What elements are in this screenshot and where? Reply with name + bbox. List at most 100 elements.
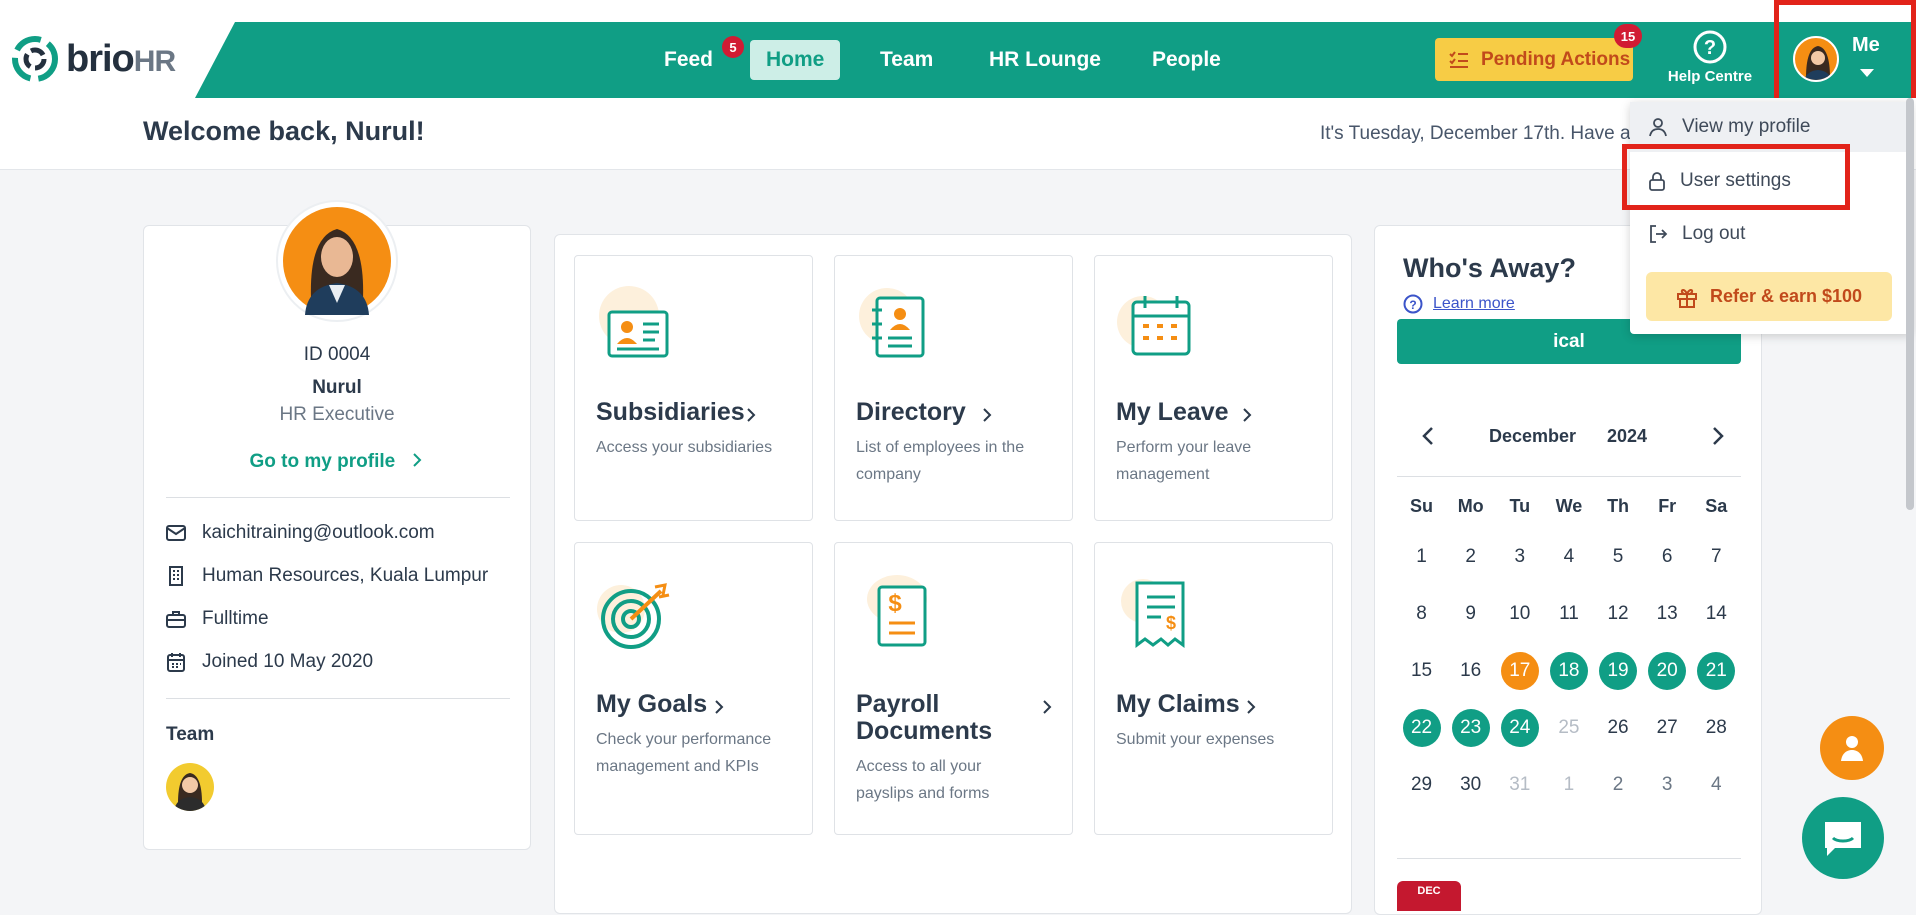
- tile-my-claims[interactable]: $ My Claims Submit your expenses: [1094, 542, 1333, 835]
- tile-title: Directory: [856, 398, 966, 426]
- whos-away-title: Who's Away?: [1403, 253, 1576, 283]
- refer-earn-label: Refer & earn $100: [1709, 286, 1863, 306]
- week-row: 22 23 24 25 26 27 28: [1397, 699, 1741, 756]
- logout-menu-item[interactable]: Log out: [1630, 209, 1912, 259]
- calendar-icon: [167, 653, 185, 672]
- refer-earn-button[interactable]: Refer & earn $100: [1646, 272, 1892, 321]
- tile-directory[interactable]: Directory List of employees in the compa…: [834, 255, 1073, 521]
- brio-logo-icon: [12, 36, 58, 82]
- calendar-day[interactable]: 3: [1495, 538, 1544, 576]
- calendar-month[interactable]: December: [1489, 426, 1576, 447]
- chat-widget-button[interactable]: [1802, 797, 1884, 879]
- brand-logo[interactable]: brioHR: [12, 36, 176, 82]
- nav-team[interactable]: Team: [880, 40, 933, 80]
- user-menu-dropdown: View my profile User settings Log out Re…: [1622, 102, 1912, 334]
- logout-icon: [1650, 225, 1668, 243]
- divider: [1397, 858, 1741, 859]
- week-row: 8 9 10 11 12 13 14: [1397, 585, 1741, 642]
- tile-my-leave[interactable]: My Leave Perform your leave management: [1094, 255, 1333, 521]
- nav-people[interactable]: People: [1152, 40, 1221, 80]
- nav-hr-lounge[interactable]: HR Lounge: [989, 40, 1101, 80]
- calendar-day[interactable]: 2: [1446, 538, 1495, 576]
- me-avatar[interactable]: [1793, 36, 1839, 82]
- calendar-day[interactable]: 27: [1643, 709, 1692, 747]
- pending-actions-button[interactable]: Pending Actions: [1435, 38, 1633, 81]
- welcome-date: It's Tuesday, December 17th. Have a: [1320, 123, 1631, 144]
- calendar-day-away[interactable]: 20: [1643, 651, 1692, 690]
- calendar-day[interactable]: 11: [1544, 595, 1593, 633]
- tile-description: Access to all your payslips and forms: [856, 758, 990, 802]
- calendar-day-outside: 4: [1711, 773, 1722, 795]
- calendar-day-away[interactable]: 21: [1692, 651, 1741, 690]
- gift-icon: [1676, 288, 1697, 308]
- tile-payroll-documents[interactable]: $ Payroll Documents Access to all your p…: [834, 542, 1073, 835]
- user-avatar-icon: [283, 207, 391, 315]
- help-centre-label: Help Centre: [1667, 68, 1753, 85]
- calendar-day-today[interactable]: 17: [1495, 651, 1544, 690]
- week-row: 1 2 3 4 5 6 7: [1397, 528, 1741, 585]
- calendar-day-away[interactable]: 19: [1594, 651, 1643, 690]
- calendar-day[interactable]: 4: [1544, 538, 1593, 576]
- go-to-profile-link[interactable]: Go to my profile: [144, 451, 530, 473]
- calendar-day[interactable]: 9: [1446, 595, 1495, 633]
- calendar-day[interactable]: 5: [1594, 538, 1643, 576]
- tile-subsidiaries[interactable]: Subsidiaries Access your subsidiaries: [574, 255, 813, 521]
- chevron-left-icon[interactable]: [1421, 426, 1435, 446]
- calendar-day[interactable]: 13: [1643, 595, 1692, 633]
- weekday-label: We: [1555, 495, 1583, 516]
- calendar-day-away[interactable]: 23: [1446, 708, 1495, 747]
- calendar-day[interactable]: 10: [1495, 595, 1544, 633]
- target-icon: [597, 583, 670, 649]
- weekday-label: Sa: [1705, 495, 1728, 516]
- logout-label: Log out: [1682, 223, 1746, 244]
- nav-feed[interactable]: Feed: [664, 40, 713, 80]
- calendar-day[interactable]: 30: [1446, 766, 1495, 804]
- id-card-icon: [599, 286, 669, 358]
- calendar-day-away[interactable]: 22: [1397, 708, 1446, 747]
- calendar-day[interactable]: 26: [1594, 709, 1643, 747]
- chevron-right-icon: [1043, 700, 1052, 714]
- calendar-day[interactable]: 8: [1397, 595, 1446, 633]
- chevron-right-icon: [747, 408, 756, 422]
- chevron-right-icon[interactable]: [1711, 426, 1725, 446]
- me-label[interactable]: Me: [1852, 34, 1880, 57]
- employee-role: HR Executive: [279, 404, 395, 425]
- help-centre-button[interactable]: ? Help Centre: [1660, 30, 1760, 85]
- building-icon: [169, 566, 183, 586]
- calendar-day[interactable]: 29: [1397, 766, 1446, 804]
- profile-card: ID 0004 Nurul HR Executive Go to my prof…: [143, 200, 531, 850]
- quick-links-panel: Subsidiaries Access your subsidiaries Di…: [554, 234, 1352, 914]
- calendar-day-outside: 3: [1661, 773, 1673, 795]
- calendar-day[interactable]: 15: [1397, 652, 1446, 690]
- tile-description: Submit your expenses: [1116, 731, 1275, 748]
- chevron-right-icon: [1247, 700, 1256, 714]
- calendar-header: December 2024: [1397, 416, 1741, 456]
- calendar-day-outside: 2: [1612, 773, 1624, 795]
- learn-more-link[interactable]: ? Learn more: [1403, 294, 1515, 314]
- tile-description: Perform your leave management: [1116, 439, 1252, 483]
- calendar-day[interactable]: 7: [1692, 538, 1741, 576]
- floating-profile-button[interactable]: [1820, 716, 1884, 780]
- weekday-label: Tu: [1509, 495, 1531, 516]
- nav-home[interactable]: Home: [750, 40, 841, 80]
- weekday-row: Su Mo Tu We Th Fr Sa: [1397, 484, 1741, 528]
- mail-icon: [166, 525, 186, 541]
- team-member-avatar[interactable]: [166, 763, 214, 811]
- calendar-day[interactable]: 28: [1692, 709, 1741, 747]
- employee-name: Nurul: [312, 377, 362, 398]
- email-text: kaichitraining@outlook.com: [202, 522, 435, 543]
- calendar-day-away[interactable]: 18: [1544, 651, 1593, 690]
- calendar-day[interactable]: 6: [1643, 538, 1692, 576]
- department-row: Human Resources, Kuala Lumpur: [166, 565, 488, 587]
- caret-down-icon[interactable]: [1860, 69, 1874, 77]
- calendar-year[interactable]: 2024: [1607, 426, 1647, 447]
- page-scrollbar[interactable]: [1906, 98, 1914, 510]
- calendar-day-away[interactable]: 24: [1495, 708, 1544, 747]
- calendar-day[interactable]: 14: [1692, 595, 1741, 633]
- briefcase-icon: [166, 611, 186, 628]
- calendar-day[interactable]: 12: [1594, 595, 1643, 633]
- calendar-day[interactable]: 16: [1446, 652, 1495, 690]
- tile-my-goals[interactable]: My Goals Check your performance manageme…: [574, 542, 813, 835]
- calendar-day[interactable]: 1: [1397, 538, 1446, 576]
- chevron-right-icon: [413, 453, 422, 467]
